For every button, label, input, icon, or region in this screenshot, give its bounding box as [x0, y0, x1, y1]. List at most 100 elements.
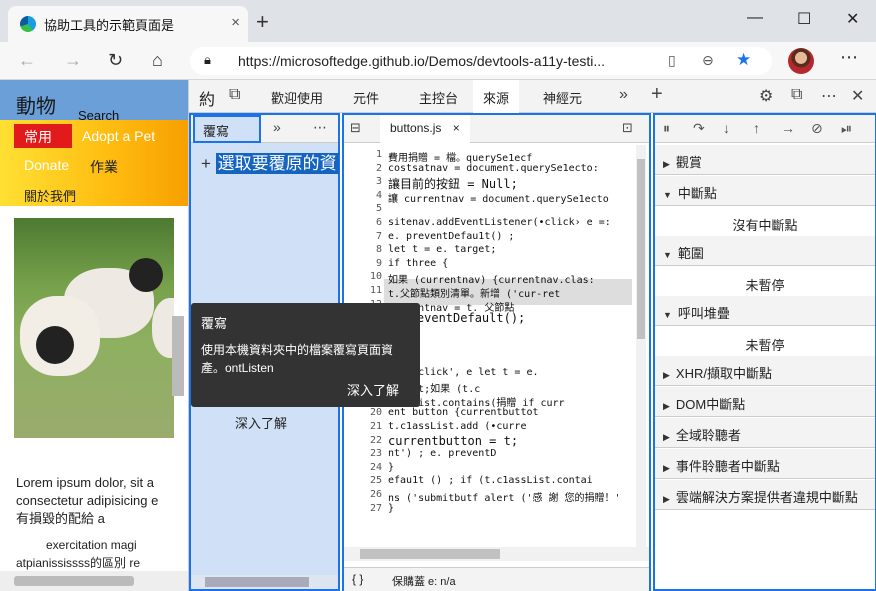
maximize-button[interactable]: ☐: [797, 9, 811, 29]
debugger-section-header[interactable]: ▶ DOM中斷點: [655, 387, 875, 417]
line-number[interactable]: 24: [344, 462, 382, 473]
code-line[interactable]: sitenav.addEventListener(•click› e =:: [388, 217, 611, 228]
debugger-section-header[interactable]: ▶ 事件聆聽者中斷點: [655, 449, 875, 479]
refresh-icon[interactable]: ↻: [108, 50, 123, 71]
tab-elements[interactable]: 元件: [353, 88, 379, 107]
debugger-section-header[interactable]: ▼ 中斷點: [655, 176, 875, 206]
debugger-section-header[interactable]: ▶ 觀賞: [655, 145, 875, 175]
line-number[interactable]: 6: [344, 217, 382, 228]
tooltip-learn-more-link[interactable]: 深入了解: [347, 380, 399, 399]
step-out-icon[interactable]: ↑: [753, 120, 760, 136]
debugger-section-header[interactable]: ▶ XHR/擷取中斷點: [655, 356, 875, 386]
device-toolbar-icon[interactable]: ⧉: [229, 86, 240, 104]
line-number[interactable]: 10: [344, 271, 382, 282]
code-line[interactable]: ns ('submitbutf alert ('感 謝 您的捐贈！': [388, 489, 621, 504]
line-number[interactable]: 7: [344, 231, 382, 242]
line-number[interactable]: 5: [344, 203, 382, 214]
navigator-scrollbar[interactable]: [191, 575, 338, 589]
settings-more-icon[interactable]: ⋯: [840, 47, 858, 68]
toggle-navigator-icon[interactable]: ⊟: [350, 120, 361, 136]
home-icon[interactable]: ⌂: [152, 50, 163, 71]
step-icon[interactable]: →: [781, 120, 795, 136]
add-tab-icon[interactable]: +: [651, 83, 663, 106]
nav-home[interactable]: 常用: [14, 124, 72, 148]
toggle-debugger-icon[interactable]: ⊡: [622, 120, 633, 136]
close-devtools-icon[interactable]: ✕: [851, 86, 864, 106]
code-line[interactable]: let t = e. target;: [388, 244, 496, 255]
code-line[interactable]: ent button {currentbuttot: [388, 407, 539, 418]
tab-close-icon[interactable]: ×: [231, 14, 240, 31]
nav-adopt[interactable]: Adopt a Pet: [82, 128, 155, 144]
line-number[interactable]: 4: [344, 190, 382, 201]
more-subtabs-icon[interactable]: »: [273, 119, 281, 135]
zoom-out-icon[interactable]: ⊖: [702, 52, 714, 69]
editor-vertical-scrollbar[interactable]: [636, 145, 646, 547]
browser-tab[interactable]: 協助工具的示範頁面是 ×: [8, 6, 248, 42]
line-number[interactable]: 9: [344, 258, 382, 269]
tab-overrides[interactable]: 覆寫: [193, 115, 261, 143]
code-line[interactable]: e. preventDefau1t() ;: [388, 231, 514, 242]
tab-memory[interactable]: 神經元: [543, 88, 582, 107]
line-number[interactable]: 27: [344, 503, 382, 514]
debugger-section-header[interactable]: ▶ 全域聆聽者: [655, 418, 875, 448]
pause-icon[interactable]: ⏸: [663, 120, 670, 137]
line-number[interactable]: 22: [344, 435, 382, 446]
page-horizontal-scrollbar[interactable]: [0, 571, 188, 591]
line-number[interactable]: 3: [344, 176, 382, 187]
pretty-print-icon[interactable]: { }: [352, 572, 363, 586]
line-number[interactable]: 23: [344, 448, 382, 459]
code-line[interactable]: efau1t () ; if (t.c1assList.contai: [388, 475, 593, 486]
gear-icon[interactable]: ⚙: [759, 86, 773, 106]
line-number[interactable]: 25: [344, 475, 382, 486]
nav-donate[interactable]: Donate: [24, 157, 69, 173]
line-number[interactable]: 2: [344, 163, 382, 174]
deactivate-breakpoints-icon[interactable]: ⊘: [811, 120, 823, 137]
page-scrollbar[interactable]: [172, 316, 184, 396]
select-folder-button[interactable]: + 選取要覆原的資: [201, 149, 339, 174]
nav-about[interactable]: 關於我們: [24, 186, 76, 205]
lock-icon[interactable]: 🔒︎: [204, 52, 211, 68]
url-field[interactable]: 🔒︎ https://microsoftedge.github.io/Demos…: [190, 47, 772, 75]
code-line[interactable]: t.c1assList.add (•curre: [388, 421, 526, 432]
close-window-button[interactable]: ✕: [846, 9, 859, 29]
line-number[interactable]: 20: [344, 407, 382, 418]
line-number[interactable]: 8: [344, 244, 382, 255]
step-over-icon[interactable]: ↷: [693, 120, 705, 137]
code-line[interactable]: currentbutton = t;: [388, 434, 518, 448]
pause-on-exceptions-icon[interactable]: ⏯: [841, 120, 852, 137]
reader-view-icon[interactable]: ▯: [668, 52, 676, 69]
code-line[interactable]: 讓 currentnav = document.querySe1ecto: [388, 190, 609, 205]
new-tab-button[interactable]: +: [256, 9, 269, 35]
code-line[interactable]: if three {: [388, 258, 448, 269]
editor-horizontal-scrollbar[interactable]: [344, 547, 649, 561]
back-icon[interactable]: ←: [18, 50, 36, 71]
file-tab-buttons-js[interactable]: buttons.js ×: [380, 115, 470, 143]
favorite-star-icon[interactable]: ★: [736, 50, 751, 70]
close-file-icon[interactable]: ×: [453, 121, 460, 135]
tab-sources[interactable]: 來源: [473, 80, 520, 113]
line-number[interactable]: 11: [344, 285, 382, 296]
more-tabs-icon[interactable]: »: [619, 86, 628, 104]
code-line[interactable]: costsatnav = document.querySe1ecto:: [388, 163, 599, 174]
line-number[interactable]: 26: [344, 489, 382, 500]
line-number[interactable]: 21: [344, 421, 382, 432]
forward-icon[interactable]: →: [64, 50, 82, 71]
navigator-menu-icon[interactable]: ⋯: [313, 119, 327, 136]
connect-device-icon[interactable]: ⧉: [791, 86, 802, 104]
tab-about[interactable]: 約: [199, 86, 215, 110]
code-line[interactable]: }: [388, 503, 394, 514]
debugger-section-header[interactable]: ▼ 呼叫堆疊: [655, 296, 875, 326]
debugger-section-header[interactable]: ▼ 範圍: [655, 236, 875, 266]
line-number[interactable]: 1: [344, 149, 382, 160]
nav-jobs[interactable]: 作業: [90, 157, 118, 177]
code-line[interactable]: }: [388, 462, 394, 473]
debugger-section-header[interactable]: ▶ 雲端解決方案提供者違規中斷點: [655, 480, 875, 510]
step-into-icon[interactable]: ↓: [723, 120, 730, 136]
learn-more-link[interactable]: 深入了解: [235, 413, 287, 432]
minimize-button[interactable]: —: [747, 9, 763, 27]
profile-avatar[interactable]: [788, 48, 814, 74]
code-line[interactable]: nt') ; e. preventD: [388, 448, 496, 459]
url-text[interactable]: https://microsoftedge.github.io/Demos/de…: [238, 53, 605, 69]
tab-welcome[interactable]: 歡迎使用: [271, 88, 323, 107]
devtools-more-icon[interactable]: ⋯: [821, 86, 837, 106]
